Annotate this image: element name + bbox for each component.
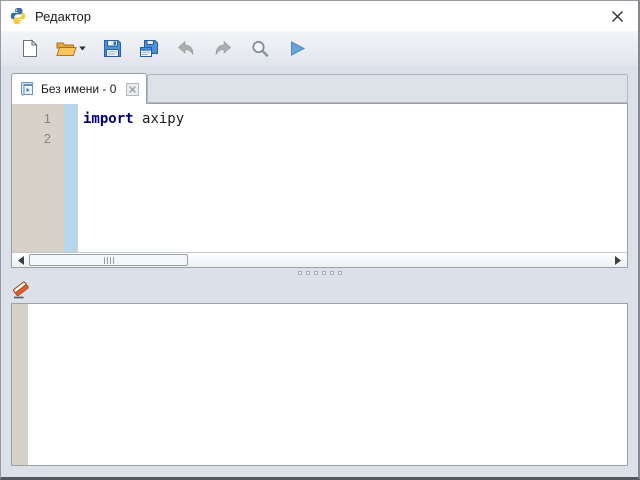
run-icon: [289, 40, 306, 57]
splitter-dot: [298, 271, 302, 275]
tabbar-empty-area: [147, 74, 628, 103]
output-gutter: [12, 304, 28, 465]
close-icon: [611, 10, 624, 23]
tab-close-icon[interactable]: [126, 83, 139, 96]
line-number: 1: [12, 109, 51, 129]
open-file-button[interactable]: [52, 35, 89, 63]
output-text-area[interactable]: [28, 304, 627, 465]
titlebar[interactable]: Редактор: [1, 1, 638, 31]
run-button[interactable]: [283, 35, 311, 63]
thumb-grip: [113, 257, 114, 264]
new-file-icon: [21, 39, 38, 58]
redo-button[interactable]: [209, 35, 237, 63]
code-module: axipy: [142, 111, 184, 127]
editor-window: Редактор: [0, 0, 640, 480]
save-icon: [103, 39, 122, 58]
splitter-dot: [314, 271, 318, 275]
window-title: Редактор: [35, 9, 91, 24]
new-file-button[interactable]: [15, 35, 43, 63]
tab-label: Без имени - 0: [41, 82, 119, 96]
line-number-gutter: 1 2: [12, 104, 64, 252]
save-all-icon: [139, 39, 159, 59]
code-keyword: import: [83, 111, 134, 127]
script-icon: [19, 81, 35, 97]
scroll-left-arrow-icon[interactable]: [14, 254, 28, 267]
python-icon: [9, 7, 27, 25]
horizontal-scrollbar[interactable]: [12, 252, 627, 267]
thumb-grip: [107, 257, 108, 264]
thumb-grip: [110, 257, 111, 264]
close-button[interactable]: [598, 1, 636, 31]
open-folder-icon: [56, 40, 77, 57]
scrollbar-thumb[interactable]: [29, 254, 188, 266]
eraser-icon: [11, 280, 32, 301]
line-number: 2: [12, 129, 51, 149]
search-button[interactable]: [246, 35, 274, 63]
output-toolbar: [1, 278, 638, 303]
redo-icon: [213, 40, 233, 57]
splitter-dot: [330, 271, 334, 275]
code-text-area[interactable]: import axipy: [78, 104, 627, 252]
output-pane: [11, 303, 628, 466]
splitter-dot: [338, 271, 342, 275]
thumb-grip: [104, 257, 105, 264]
clear-output-button[interactable]: [9, 279, 33, 303]
main-toolbar: [1, 31, 638, 66]
panel-splitter-handle[interactable]: [1, 268, 638, 278]
splitter-dot: [322, 271, 326, 275]
search-icon: [250, 39, 270, 59]
code-editor-pane: 1 2 import axipy: [11, 103, 628, 268]
code-separator: [134, 111, 142, 127]
fold-margin: [64, 104, 78, 252]
tab-untitled-0[interactable]: Без имени - 0: [11, 73, 147, 104]
save-button[interactable]: [98, 35, 126, 63]
save-all-button[interactable]: [135, 35, 163, 63]
undo-icon: [176, 40, 196, 57]
undo-button[interactable]: [172, 35, 200, 63]
scroll-right-arrow-icon[interactable]: [611, 254, 625, 267]
code-editor[interactable]: 1 2 import axipy: [12, 104, 627, 252]
chevron-down-icon: [79, 46, 86, 51]
splitter-dot: [306, 271, 310, 275]
